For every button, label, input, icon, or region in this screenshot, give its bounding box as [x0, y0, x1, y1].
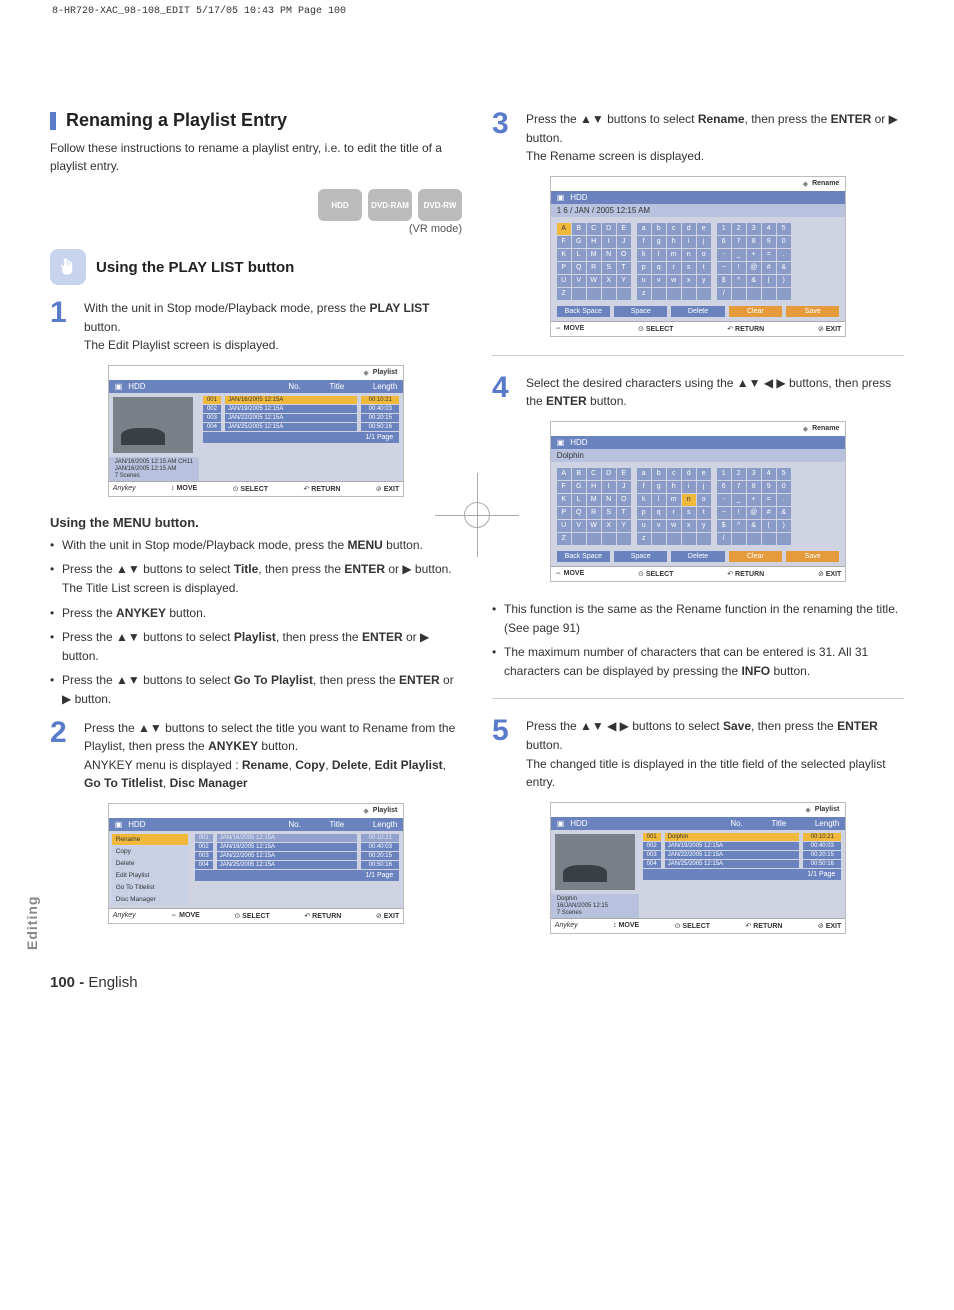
menu-bullets: With the unit in Stop mode/Playback mode… — [50, 536, 462, 709]
section-heading: Renaming a Playlist Entry — [50, 110, 462, 131]
screenshot-anykey-menu: ◆Playlist ▣HDD No. Title Length Rename C… — [108, 803, 405, 924]
step-2-number: 2 — [50, 719, 74, 793]
hand-icon — [50, 249, 86, 285]
subhead-playlist: Using the PLAY LIST button — [50, 249, 462, 285]
dvd-rw-icon: DVD-RW — [418, 189, 462, 221]
step-4: 4 Select the desired characters using th… — [492, 374, 904, 411]
step-3: 3 Press the ▲▼ buttons to select Rename,… — [492, 110, 904, 166]
hdd-icon: HDD — [318, 189, 362, 221]
screenshot-playlist-1: ◆Playlist ▣HDD No. Title Length JAN/16/2… — [108, 365, 405, 497]
manual-page: 8-HR720-XAC_98-108_EDIT 5/17/05 10:43 PM… — [0, 0, 954, 1031]
section-title-text: Renaming a Playlist Entry — [66, 110, 287, 131]
screenshot-rename-1: ◆Rename ▣HDD 1 6 / JAN / 2005 12:15 AM A… — [550, 176, 847, 337]
step-5: 5 Press the ▲▼ ◀ ▶ buttons to select Sav… — [492, 717, 904, 791]
screenshot-rename-2: ◆Rename ▣HDD Dolphin ABCDEFGHIJKLMNOPQRS… — [550, 421, 847, 582]
notes-bullets: This function is the same as the Rename … — [492, 600, 904, 680]
right-column: 3 Press the ▲▼ buttons to select Rename,… — [492, 110, 904, 952]
menu-subhead: Using the MENU button. — [50, 515, 462, 530]
subhead-title: Using the PLAY LIST button — [96, 259, 294, 276]
step-4-number: 4 — [492, 374, 516, 411]
side-tab-label: Editing — [24, 896, 40, 950]
step-5-number: 5 — [492, 717, 516, 791]
intro-text: Follow these instructions to rename a pl… — [50, 139, 462, 175]
page-number: 100 - English — [50, 974, 904, 991]
screenshot-playlist-2: ◆Playlist ▣HDD No. Title Length Dolphin … — [550, 802, 847, 934]
anykey-menu: Rename Copy Delete Edit Playlist Go To T… — [109, 831, 191, 908]
dvd-ram-icon: DVD-RAM — [368, 189, 412, 221]
step-1: 1 With the unit in Stop mode/Playback mo… — [50, 299, 462, 355]
left-column: Renaming a Playlist Entry Follow these i… — [50, 110, 462, 952]
step-1-number: 1 — [50, 299, 74, 355]
media-icons-row: HDD DVD-RAM DVD-RW — [50, 189, 462, 221]
thumbnail-image — [113, 397, 193, 453]
step-3-number: 3 — [492, 110, 516, 166]
step-2: 2 Press the ▲▼ buttons to select the tit… — [50, 719, 462, 793]
thumbnail-image — [555, 834, 635, 890]
print-job-header: 8-HR720-XAC_98-108_EDIT 5/17/05 10:43 PM… — [52, 6, 346, 17]
vr-mode-label: (VR mode) — [50, 223, 462, 235]
